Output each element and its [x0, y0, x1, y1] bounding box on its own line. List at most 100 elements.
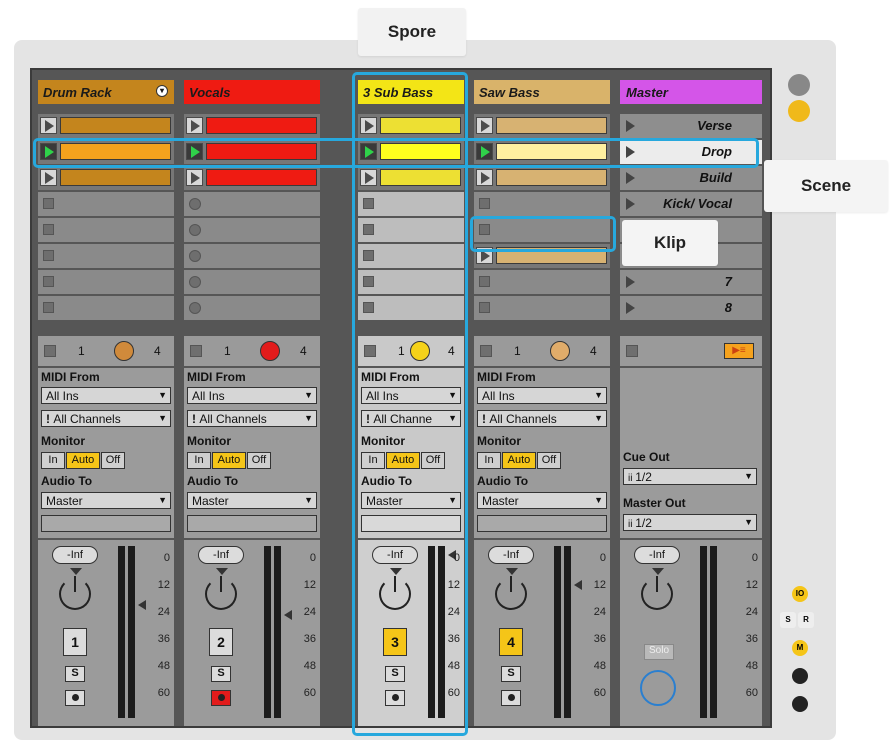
master-pan-knob[interactable] — [641, 576, 673, 610]
clip-launch-icon[interactable] — [186, 117, 203, 134]
clip-launch-icon[interactable] — [476, 247, 493, 264]
scene-launch-icon[interactable] — [626, 198, 635, 210]
track-stop-icon[interactable] — [364, 345, 376, 357]
empty-clip-slot[interactable] — [358, 192, 464, 216]
cue-volume-knob[interactable] — [640, 670, 676, 706]
track-delay-field[interactable] — [187, 515, 317, 532]
empty-clip-slot[interactable] — [358, 296, 464, 320]
record-slot-icon[interactable] — [189, 276, 201, 288]
clip-slot[interactable] — [474, 140, 610, 164]
monitor-off-button[interactable]: Off — [537, 452, 561, 469]
clip[interactable] — [496, 143, 607, 160]
midi-channel-dropdown[interactable]: ! All Channels — [187, 410, 317, 427]
track-activator-button[interactable]: 4 — [499, 628, 523, 656]
empty-clip-slot[interactable] — [184, 270, 320, 294]
clip-slot[interactable] — [184, 140, 320, 164]
arm-button[interactable] — [65, 690, 85, 706]
scene-launch-icon[interactable] — [626, 172, 635, 184]
arm-button[interactable] — [211, 690, 231, 706]
solo-button[interactable]: S — [501, 666, 521, 682]
clip[interactable] — [60, 169, 171, 186]
monitor-auto-button[interactable]: Auto — [502, 452, 536, 469]
monitor-auto-button[interactable]: Auto — [212, 452, 246, 469]
volume-fader-icon[interactable] — [284, 610, 292, 620]
track-stop-icon[interactable] — [44, 345, 56, 357]
crossfader-toggle-icon[interactable] — [792, 668, 808, 684]
clip[interactable] — [206, 169, 317, 186]
clip-launch-icon[interactable] — [360, 169, 377, 186]
track-delay-field[interactable] — [477, 515, 607, 532]
empty-clip-slot[interactable] — [38, 296, 174, 320]
empty-clip-slot[interactable] — [38, 270, 174, 294]
midi-from-dropdown[interactable]: All Ins — [187, 387, 317, 404]
volume-fader-icon[interactable] — [138, 600, 146, 610]
stop-slot-icon[interactable] — [43, 250, 54, 261]
clip[interactable] — [206, 143, 317, 160]
clip-launch-icon[interactable] — [40, 169, 57, 186]
arm-button[interactable] — [385, 690, 405, 706]
empty-clip-slot[interactable] — [474, 192, 610, 216]
empty-clip-slot[interactable] — [38, 218, 174, 242]
clip-slot[interactable] — [474, 114, 610, 138]
scene-4[interactable]: Kick/ Vocal — [620, 192, 762, 216]
clip[interactable] — [380, 117, 461, 134]
track-activator-button[interactable]: 1 — [63, 628, 87, 656]
clip-launch-icon[interactable] — [40, 117, 57, 134]
scene-launch-icon[interactable] — [626, 302, 635, 314]
empty-clip-slot[interactable] — [184, 218, 320, 242]
empty-clip-slot[interactable] — [38, 192, 174, 216]
track-header[interactable]: 3 Sub Bass — [358, 80, 464, 104]
clip-launch-icon[interactable] — [476, 169, 493, 186]
monitor-off-button[interactable]: Off — [101, 452, 125, 469]
midi-from-dropdown[interactable]: All Ins — [361, 387, 461, 404]
track-activator-button[interactable]: 3 — [383, 628, 407, 656]
returns-toggle-icon[interactable]: R — [798, 612, 814, 628]
clip-launch-icon[interactable] — [360, 143, 377, 160]
record-slot-icon[interactable] — [189, 198, 201, 210]
clip-slot[interactable] — [38, 114, 174, 138]
arm-button[interactable] — [501, 690, 521, 706]
fold-device-icon[interactable]: ▾ — [156, 85, 168, 97]
stop-slot-icon[interactable] — [479, 224, 490, 235]
io-toggle-icon[interactable]: IO — [792, 586, 808, 602]
scene-7[interactable]: 7 — [620, 270, 762, 294]
pan-knob[interactable] — [495, 576, 527, 610]
empty-clip-slot[interactable] — [358, 218, 464, 242]
stop-slot-icon[interactable] — [479, 198, 490, 209]
empty-clip-slot[interactable] — [474, 296, 610, 320]
empty-clip-slot[interactable] — [474, 218, 610, 242]
stop-slot-icon[interactable] — [43, 276, 54, 287]
audio-to-dropdown[interactable]: Master — [361, 492, 461, 509]
volume-fader-icon[interactable] — [574, 580, 582, 590]
empty-clip-slot[interactable] — [474, 270, 610, 294]
clip-slot[interactable] — [358, 166, 464, 190]
empty-clip-slot[interactable] — [184, 296, 320, 320]
volume-display[interactable]: -Inf — [372, 546, 418, 564]
midi-from-dropdown[interactable]: All Ins — [477, 387, 607, 404]
stop-slot-icon[interactable] — [363, 198, 374, 209]
scene-launch-icon[interactable] — [626, 276, 635, 288]
empty-clip-slot[interactable] — [184, 244, 320, 268]
track-header[interactable]: Saw Bass — [474, 80, 610, 104]
scene-launch-icon[interactable] — [626, 146, 635, 158]
clip-launch-icon[interactable] — [40, 143, 57, 160]
cue-out-dropdown[interactable]: ii 1/2 — [623, 468, 757, 485]
track-header[interactable]: Drum Rack ▾ — [38, 80, 174, 104]
stop-slot-icon[interactable] — [479, 302, 490, 313]
volume-display[interactable]: -Inf — [198, 546, 244, 564]
stop-slot-icon[interactable] — [479, 276, 490, 287]
clip-slot[interactable] — [358, 114, 464, 138]
pan-knob[interactable] — [379, 576, 411, 610]
stop-slot-icon[interactable] — [43, 224, 54, 235]
stop-slot-icon[interactable] — [43, 302, 54, 313]
solo-button[interactable]: S — [385, 666, 405, 682]
pan-knob[interactable] — [59, 576, 91, 610]
stop-slot-icon[interactable] — [363, 276, 374, 287]
clip-launch-icon[interactable] — [186, 143, 203, 160]
clip[interactable] — [496, 117, 607, 134]
stop-slot-icon[interactable] — [363, 302, 374, 313]
midi-channel-dropdown[interactable]: ! All Channels — [477, 410, 607, 427]
midi-channel-dropdown[interactable]: ! All Channels — [41, 410, 171, 427]
track-delay-field[interactable] — [41, 515, 171, 532]
solo-button[interactable]: S — [211, 666, 231, 682]
